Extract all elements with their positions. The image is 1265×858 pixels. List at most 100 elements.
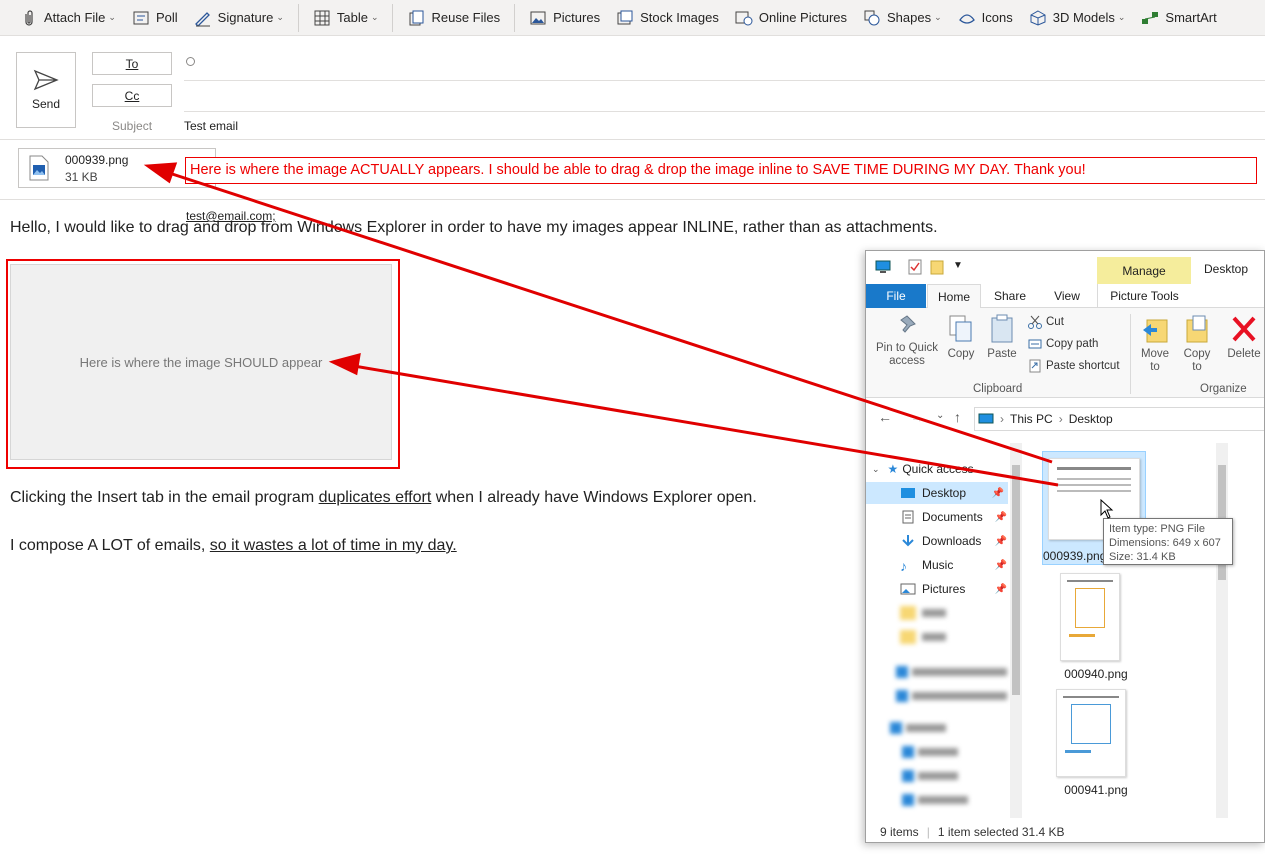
- file-scrollbar[interactable]: [1216, 443, 1228, 818]
- delete-button[interactable]: Delete: [1222, 314, 1264, 361]
- file-thumbnail: [1056, 689, 1126, 777]
- paste-shortcut-label: Paste shortcut: [1046, 360, 1120, 372]
- breadcrumb-desktop[interactable]: Desktop: [1069, 412, 1113, 426]
- forward-arrow-icon[interactable]: →: [910, 409, 924, 425]
- nav-scrollbar[interactable]: [1010, 443, 1022, 818]
- send-label: Send: [31, 97, 61, 111]
- address-bar[interactable]: › This PC › Desktop: [974, 407, 1264, 431]
- signature-button[interactable]: Signature ⌄: [186, 4, 292, 32]
- recent-dropdown-icon[interactable]: ⌄: [936, 410, 944, 421]
- nav-desktop[interactable]: Desktop 📌: [866, 482, 1008, 504]
- table-button[interactable]: Table ⌄: [305, 4, 387, 32]
- ribbon-group-divider: [1130, 314, 1131, 394]
- chevron-down-icon: ⌄: [934, 12, 942, 22]
- status-item-count: 9 items: [880, 825, 919, 839]
- nav-scrollbar-thumb[interactable]: [1012, 465, 1020, 695]
- delete-label: Delete: [1227, 348, 1261, 360]
- pictures-button[interactable]: Pictures: [521, 4, 608, 32]
- nav-desktop-label: Desktop: [922, 486, 967, 500]
- new-folder-icon[interactable]: [930, 259, 944, 275]
- reuse-files-button[interactable]: Reuse Files: [399, 4, 508, 32]
- attach-file-label: Attach File: [44, 10, 106, 25]
- nav-documents-label: Documents: [922, 510, 983, 524]
- paste-icon: [991, 314, 1013, 343]
- cc-button[interactable]: Cc: [92, 84, 172, 107]
- icons-button[interactable]: Icons: [950, 4, 1021, 32]
- tab-file[interactable]: File: [866, 284, 926, 308]
- pin-icon: 📌: [994, 559, 1007, 571]
- paste-button[interactable]: Paste: [985, 314, 1019, 361]
- desktop-folder-icon: [901, 488, 915, 498]
- attach-file-button[interactable]: Attach File ⌄: [12, 4, 124, 32]
- copy-button[interactable]: Copy: [944, 314, 978, 361]
- para3-underlined: so it wastes a lot of time in my day.: [209, 537, 457, 554]
- nav-quick-access[interactable]: ⌄ ★ Quick access: [872, 458, 1017, 480]
- copy-to-button[interactable]: Copy to: [1178, 314, 1216, 374]
- nav-music-label: Music: [922, 558, 954, 572]
- signature-label: Signature: [217, 10, 274, 25]
- pin-icon: 📌: [994, 511, 1007, 523]
- attachment-divider: [0, 199, 1265, 200]
- file-tooltip: Item type: PNG File Dimensions: 649 x 60…: [1103, 518, 1233, 565]
- stock-images-button[interactable]: Stock Images: [608, 4, 727, 32]
- to-field[interactable]: test@email.com;: [186, 57, 276, 223]
- smartart-button[interactable]: SmartArt: [1133, 4, 1224, 32]
- chevron-down-icon: ⌄: [370, 12, 379, 22]
- table-icon: [313, 9, 331, 27]
- tab-picture-tools[interactable]: Picture Tools: [1097, 284, 1191, 308]
- para2-text: Clicking the Insert tab in the email pro…: [10, 489, 319, 506]
- placeholder-text: Here is where the image SHOULD appear: [79, 354, 323, 370]
- up-arrow-icon[interactable]: ↑: [954, 409, 961, 425]
- attachment-name: 000939.png: [65, 152, 129, 167]
- pictures-label: Pictures: [553, 10, 601, 25]
- para2-underlined: duplicates effort: [318, 489, 432, 506]
- poll-label: Poll: [155, 10, 178, 25]
- nav-downloads[interactable]: Downloads 📌: [866, 530, 1011, 552]
- file-explorer-window[interactable]: ▼ Manage Desktop File Home Share View Pi…: [865, 250, 1265, 843]
- 3d-models-label: 3D Models: [1052, 10, 1115, 25]
- 3d-models-button[interactable]: 3D Models ⌄: [1021, 4, 1134, 32]
- paste-shortcut-icon: [1029, 359, 1041, 373]
- move-to-button[interactable]: Move to: [1136, 314, 1174, 374]
- pin-label: Pin to Quick access: [876, 342, 938, 367]
- copy-icon: [949, 315, 972, 342]
- star-icon: ★: [887, 462, 899, 476]
- shapes-button[interactable]: Shapes ⌄: [855, 4, 950, 32]
- reuse-files-icon: [407, 9, 425, 27]
- pin-quick-access-button[interactable]: Pin to Quick access: [874, 314, 940, 368]
- breadcrumb-this-pc[interactable]: This PC: [1010, 412, 1053, 426]
- paste-shortcut-button[interactable]: Paste shortcut: [1028, 359, 1120, 373]
- send-button[interactable]: Send: [16, 52, 76, 128]
- to-button[interactable]: To: [92, 52, 172, 75]
- file-name: 000941.png: [1064, 783, 1128, 797]
- nav-music[interactable]: ♪ Music 📌: [866, 554, 1011, 576]
- attachment-size: 31 KB: [65, 169, 98, 184]
- nav-documents[interactable]: Documents 📌: [866, 506, 1011, 528]
- pin-icon: [900, 315, 916, 333]
- cut-button[interactable]: Cut: [1028, 315, 1064, 329]
- copy-path-icon: [1028, 339, 1042, 349]
- pin-icon: 📌: [994, 583, 1007, 595]
- properties-icon[interactable]: [908, 259, 922, 275]
- stock-images-icon: [616, 9, 634, 27]
- online-pictures-button[interactable]: Online Pictures: [727, 4, 855, 32]
- manage-context-tab[interactable]: Manage: [1097, 257, 1191, 284]
- organize-group-label: Organize: [1200, 383, 1247, 395]
- tab-share[interactable]: Share: [984, 284, 1036, 308]
- mouse-cursor-icon: [1100, 499, 1114, 519]
- subject-field[interactable]: Test email: [184, 119, 238, 133]
- file-thumbnail: [1060, 573, 1120, 661]
- signature-icon: [194, 9, 212, 27]
- paste-label: Paste: [987, 348, 1017, 360]
- tab-home[interactable]: Home: [927, 284, 981, 309]
- nav-pictures[interactable]: Pictures 📌: [866, 578, 1011, 600]
- move-to-icon: [1143, 319, 1168, 343]
- copy-path-button[interactable]: Copy path: [1028, 337, 1098, 351]
- shapes-label: Shapes: [887, 10, 932, 25]
- tab-view[interactable]: View: [1038, 284, 1096, 308]
- back-arrow-icon[interactable]: ←: [878, 409, 892, 425]
- poll-button[interactable]: Poll: [124, 4, 186, 32]
- file-item[interactable]: [1056, 687, 1126, 779]
- quick-access-dropdown-icon[interactable]: ▼: [953, 260, 963, 271]
- file-item[interactable]: [1056, 571, 1126, 663]
